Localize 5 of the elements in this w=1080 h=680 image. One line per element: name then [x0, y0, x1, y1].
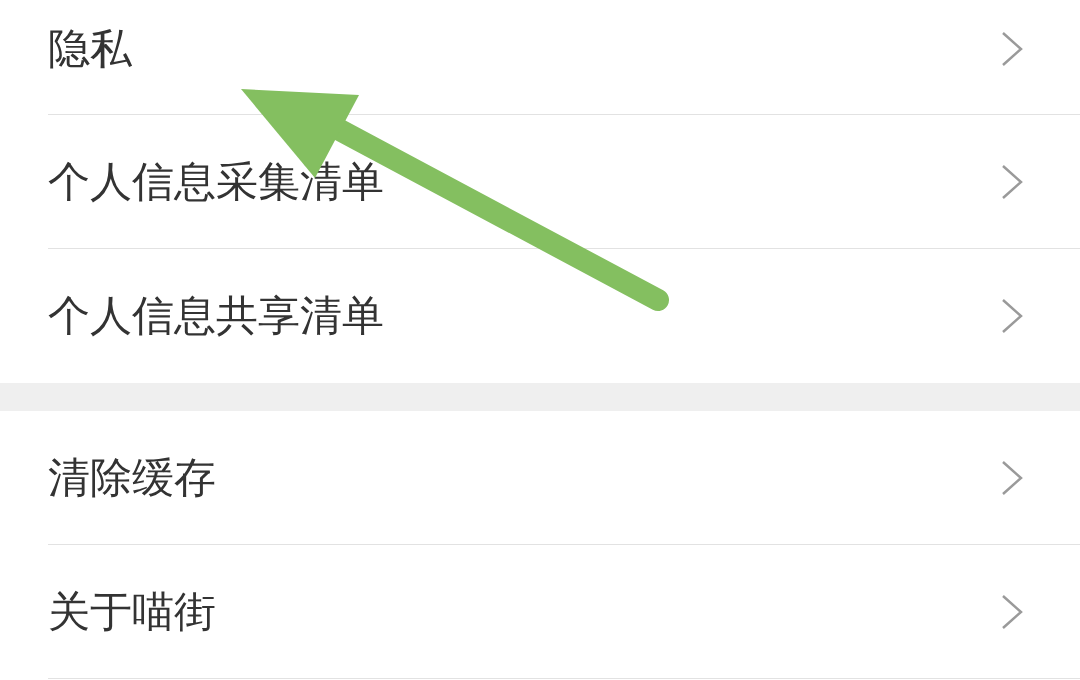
chevron-right-icon	[1001, 459, 1023, 496]
chevron-right-icon	[1001, 31, 1023, 67]
chevron-right-icon	[1001, 298, 1023, 334]
chevron-right-icon	[1001, 163, 1023, 200]
chevron-right-icon	[1001, 593, 1023, 630]
